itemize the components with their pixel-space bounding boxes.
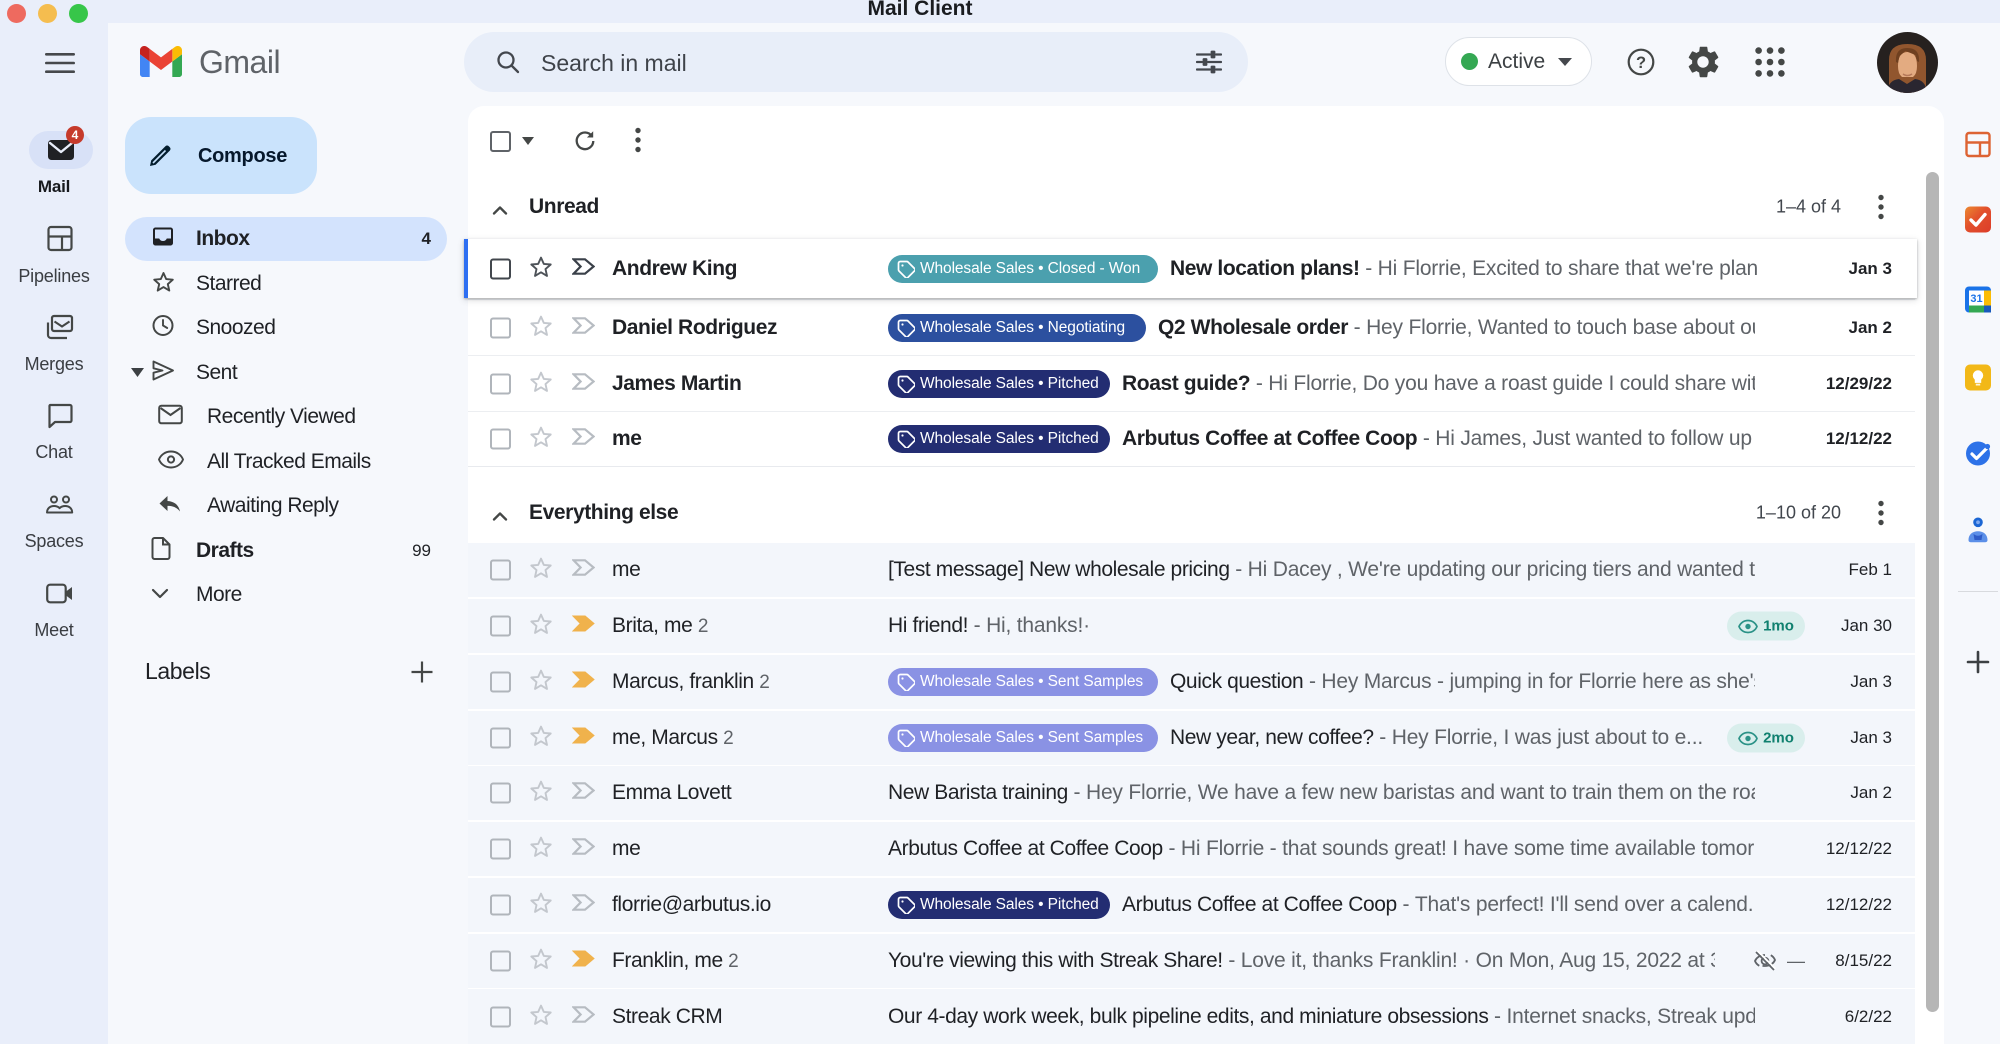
svg-text:?: ? [1636,54,1646,72]
svg-text:31: 31 [1970,293,1982,305]
